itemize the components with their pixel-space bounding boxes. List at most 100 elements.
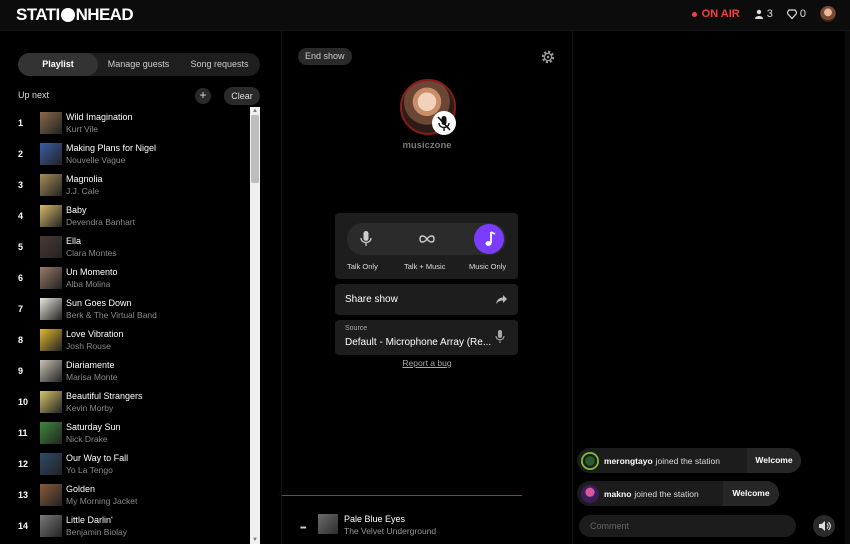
album-art: [40, 359, 62, 382]
song-artist: Alba Molina: [66, 279, 111, 289]
mic-off-icon: [437, 116, 451, 131]
broadcast-panel: End show musiczone Talk Only Talk + Musi…: [282, 31, 572, 544]
welcome-button[interactable]: Welcome: [723, 481, 779, 506]
playlist-scrollbar[interactable]: ▲ ▼: [250, 107, 260, 544]
song-number: 11: [18, 427, 28, 438]
talk-music-label: Talk + Music: [404, 262, 446, 271]
song-row[interactable]: 9 Diariamente Marisa Monte: [0, 355, 250, 386]
tab-playlist[interactable]: Playlist: [18, 53, 98, 76]
song-meta: Un Momento Alba Molina: [66, 266, 118, 290]
song-number: 10: [18, 396, 29, 407]
song-row[interactable]: 10 Beautiful Strangers Kevin Morby: [0, 386, 250, 417]
talk-music-option[interactable]: [411, 223, 443, 255]
song-row[interactable]: 14 Little Darlin' Benjamin Biolay: [0, 510, 250, 541]
talk-only-option[interactable]: [350, 223, 382, 255]
on-air-indicator: ON AIR: [691, 8, 740, 20]
tab-manage-guests[interactable]: Manage guests: [98, 53, 179, 76]
playlist-tabs: Playlist Manage guests Song requests: [18, 53, 260, 76]
broadcast-mode-selector: Talk Only Talk + Music Music Only: [335, 213, 518, 279]
diamond-count[interactable]: 0: [786, 8, 806, 20]
host-name: musiczone: [402, 140, 452, 151]
scroll-down-icon[interactable]: ▼: [252, 537, 258, 543]
join-username[interactable]: merongtayo: [604, 456, 653, 466]
gear-icon[interactable]: [540, 49, 556, 65]
avatar: [581, 451, 599, 470]
add-song-button[interactable]: +: [195, 88, 211, 104]
end-show-button[interactable]: End show: [298, 48, 352, 65]
song-number: 2: [18, 148, 24, 159]
avatar: [581, 484, 599, 503]
stationhead-logo[interactable]: STATI NHEAD: [16, 5, 134, 25]
music-note-icon: [485, 231, 496, 246]
song-meta: Diariamente Marisa Monte: [66, 359, 118, 383]
song-artist: Nick Drake: [66, 434, 108, 444]
song-artist: Berk & The Virtual Band: [66, 310, 157, 320]
song-row[interactable]: 8 Love Vibration Josh Rouse: [0, 324, 250, 355]
song-number: 9: [18, 365, 24, 376]
now-playing-artwork: [318, 514, 338, 534]
album-art: [40, 390, 62, 413]
now-playing-progress[interactable]: [282, 495, 522, 496]
report-bug-link[interactable]: Report a bug: [282, 358, 572, 368]
join-username[interactable]: makno: [604, 489, 631, 499]
song-row[interactable]: 11 Saturday Sun Nick Drake: [0, 417, 250, 448]
on-air-label: ON AIR: [701, 8, 740, 20]
tab-song-requests[interactable]: Song requests: [179, 53, 260, 76]
song-row[interactable]: 13 Golden My Morning Jacket: [0, 479, 250, 510]
listener-count-value: 3: [766, 8, 773, 20]
clear-button[interactable]: Clear: [224, 87, 260, 105]
user-avatar[interactable]: [820, 6, 836, 22]
comment-input[interactable]: Comment: [579, 515, 796, 537]
song-row[interactable]: 6 Un Momento Alba Molina: [0, 262, 250, 293]
listener-count[interactable]: 3: [754, 8, 773, 20]
song-row[interactable]: 5 Ella Clara Montes: [0, 231, 250, 262]
song-meta: Magnolia J.J. Cale: [66, 173, 103, 197]
scroll-up-icon[interactable]: ▲: [252, 108, 258, 114]
song-meta: Ella Clara Montes: [66, 235, 117, 259]
song-title: Magnolia: [66, 174, 103, 184]
share-show-label: Share show: [345, 294, 398, 305]
song-artist: Kurt Vile: [66, 124, 98, 134]
song-number: 8: [18, 334, 24, 345]
on-air-dot-icon: [691, 11, 697, 17]
host-mute-badge[interactable]: [432, 111, 456, 135]
album-art: [40, 173, 62, 196]
volume-button[interactable]: [813, 515, 835, 537]
song-meta: Sun Goes Down Berk & The Virtual Band: [66, 297, 157, 321]
song-meta: Wild Imagination Kurt Vile: [66, 111, 133, 135]
song-meta: Our Way to Fall Yo La Tengo: [66, 452, 128, 476]
up-next-heading: Up next: [18, 90, 50, 100]
diamond-icon: [786, 9, 797, 19]
audio-source-select[interactable]: Source Default - Microphone Array (Re...: [335, 320, 518, 355]
song-artist: Yo La Tengo: [66, 465, 113, 475]
song-number: 14: [18, 520, 29, 531]
album-art: [40, 421, 62, 444]
album-art: [40, 514, 62, 537]
song-row[interactable]: 3 Magnolia J.J. Cale: [0, 169, 250, 200]
song-artist: Josh Rouse: [66, 341, 111, 351]
song-row[interactable]: 1 Wild Imagination Kurt Vile: [0, 107, 250, 138]
chat-scrollbar[interactable]: [845, 31, 850, 544]
welcome-button[interactable]: Welcome: [747, 448, 801, 473]
equalizer-icon: ▪▪▪: [300, 523, 306, 532]
join-notification: makno joined the station Welcome: [577, 481, 779, 506]
share-show-button[interactable]: Share show: [335, 284, 518, 315]
album-art: [40, 328, 62, 351]
song-row[interactable]: 12 Our Way to Fall Yo La Tengo: [0, 448, 250, 479]
song-list: 1 Wild Imagination Kurt Vile 2 Making Plans …: [0, 107, 250, 541]
person-icon: [754, 9, 763, 19]
song-number: 4: [18, 210, 24, 221]
song-number: 3: [18, 179, 24, 190]
song-meta: Beautiful Strangers Kevin Morby: [66, 390, 143, 414]
song-number: 12: [18, 458, 29, 469]
diamond-count-value: 0: [799, 8, 806, 20]
song-row[interactable]: 2 Making Plans for Nigel Nouvelle Vague: [0, 138, 250, 169]
song-number: 5: [18, 241, 24, 252]
song-meta: Love Vibration Josh Rouse: [66, 328, 123, 352]
song-artist: Nouvelle Vague: [66, 155, 126, 165]
share-arrow-icon: [496, 295, 507, 304]
scrollbar-thumb[interactable]: [251, 115, 259, 183]
song-row[interactable]: 7 Sun Goes Down Berk & The Virtual Band: [0, 293, 250, 324]
music-only-option[interactable]: [474, 224, 504, 254]
song-row[interactable]: 4 Baby Devendra Banhart: [0, 200, 250, 231]
